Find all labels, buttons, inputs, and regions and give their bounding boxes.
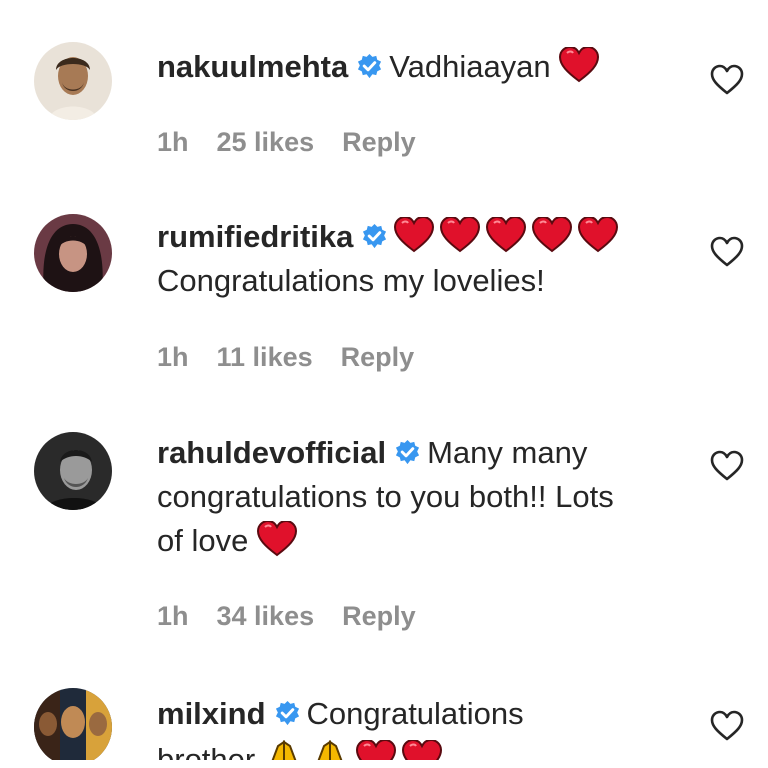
comment-meta: 1h 34 likes Reply (157, 601, 444, 632)
comment-text-line2: brother (157, 742, 256, 760)
comment-likes[interactable]: 11 likes (217, 342, 313, 372)
comment-username[interactable]: nakuulmehta (157, 49, 348, 84)
reply-button[interactable]: Reply (342, 127, 416, 157)
comment-body: rahuldevofficial Many many congratulation… (157, 431, 687, 563)
comment-username[interactable]: rahuldevofficial (157, 435, 386, 470)
comment-text: Vadhiaayan (389, 49, 551, 84)
folded-hands-emoji (310, 736, 350, 760)
avatar-image (34, 214, 112, 292)
red-heart-emoji (440, 217, 480, 253)
comment-username[interactable]: milxind (157, 696, 266, 731)
comment-time[interactable]: 1h (157, 601, 189, 631)
avatar[interactable] (34, 688, 112, 760)
red-heart-emoji (257, 521, 297, 557)
folded-hands-emoji (264, 736, 304, 760)
red-heart-emoji (532, 217, 572, 253)
reply-button[interactable]: Reply (342, 601, 416, 631)
red-heart-emoji (356, 740, 396, 760)
comment-username[interactable]: rumifiedritika (157, 219, 353, 254)
comment-text: Congratulations my lovelies! (157, 263, 545, 298)
comment-likes[interactable]: 25 likes (217, 127, 315, 157)
like-heart-icon[interactable] (710, 450, 744, 482)
reply-button[interactable]: Reply (341, 342, 415, 372)
comment-body: rumifiedritika Congratulations my loveli… (157, 215, 687, 303)
avatar[interactable] (34, 42, 112, 120)
comments-list: nakuulmehta Vadhiaayan 1h 25 likes Reply ru… (0, 0, 768, 760)
like-heart-icon[interactable] (710, 710, 744, 742)
red-heart-emoji (559, 47, 599, 83)
verified-badge-icon (394, 439, 421, 466)
red-heart-emoji (402, 740, 442, 760)
comment-text-line2: congratulations to you both!! Lots (157, 479, 614, 514)
verified-badge-icon (274, 700, 301, 727)
comment-likes[interactable]: 34 likes (217, 601, 315, 631)
comment-text-line1: Congratulations (306, 696, 524, 731)
verified-badge-icon (356, 53, 383, 80)
verified-badge-icon (361, 223, 388, 250)
comment-text-line3: of love (157, 523, 249, 558)
red-heart-emoji (394, 217, 434, 253)
comment-body: nakuulmehta Vadhiaayan (157, 45, 687, 89)
comment-meta: 1h 25 likes Reply (157, 127, 444, 158)
like-heart-icon[interactable] (710, 236, 744, 268)
avatar-image (34, 432, 112, 510)
comment-meta: 1h 11 likes Reply (157, 342, 442, 373)
avatar-image (34, 688, 112, 760)
comment-time[interactable]: 1h (157, 342, 189, 372)
red-heart-emoji (578, 217, 618, 253)
avatar[interactable] (34, 214, 112, 292)
like-heart-icon[interactable] (710, 64, 744, 96)
comment-body: milxind Congratulations brother (157, 692, 687, 760)
comment-text-line1: Many many (427, 435, 588, 470)
comment-time[interactable]: 1h (157, 127, 189, 157)
avatar-image (34, 42, 112, 120)
red-heart-emoji (486, 217, 526, 253)
avatar[interactable] (34, 432, 112, 510)
